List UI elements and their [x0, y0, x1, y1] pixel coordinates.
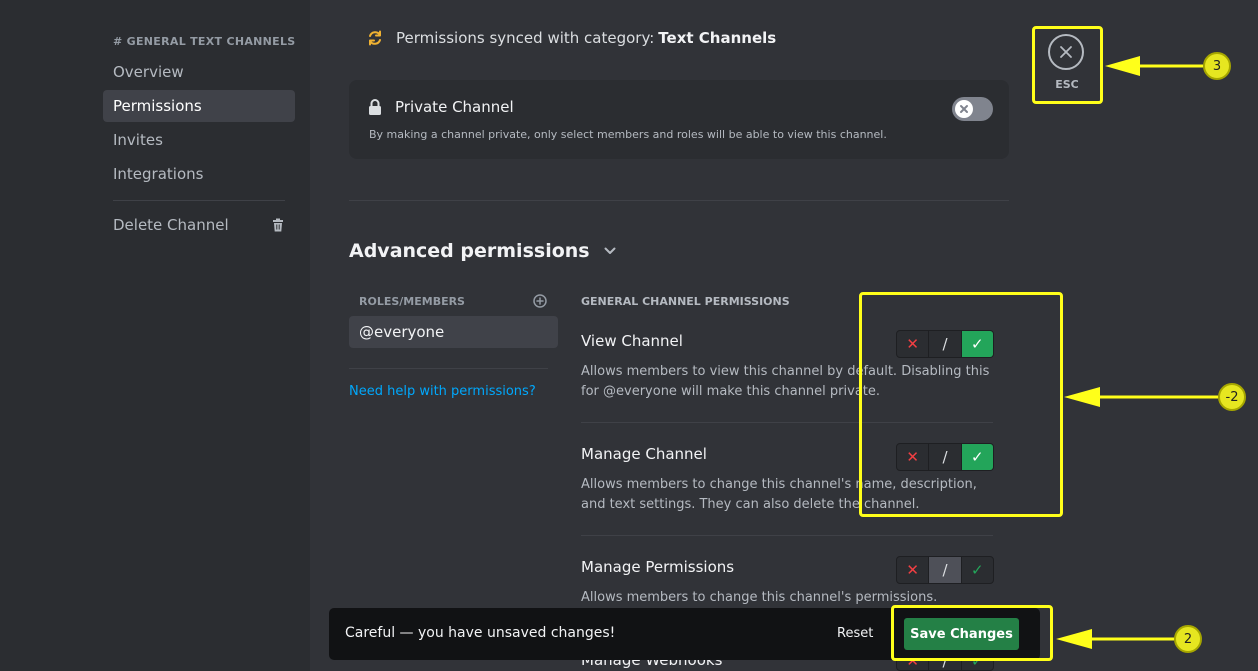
annotation-arrows — [1056, 56, 1218, 649]
annotation-marker-3: 3 — [1203, 52, 1231, 80]
annotation-marker-2: 2 — [1174, 625, 1202, 653]
annotation-marker-minus-2: -2 — [1218, 383, 1246, 411]
